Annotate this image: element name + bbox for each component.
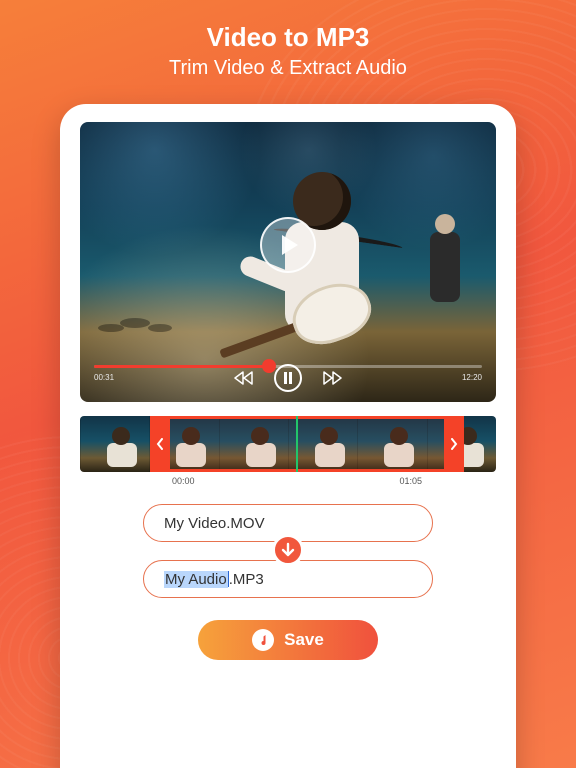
trim-handle-left[interactable] <box>150 416 170 472</box>
video-preview[interactable]: 00:31 12:20 <box>80 122 496 402</box>
trim-start-time: 00:00 <box>172 476 195 486</box>
pause-button[interactable] <box>274 364 302 392</box>
forward-icon <box>323 371 343 385</box>
chevron-left-icon <box>156 438 164 450</box>
page-title: Video to MP3 <box>0 22 576 53</box>
save-button[interactable]: Save <box>198 620 378 660</box>
pause-icon <box>283 372 293 384</box>
chevron-right-icon <box>450 438 458 450</box>
rewind-icon <box>233 371 253 385</box>
output-filename-selected: My Audio <box>164 571 228 588</box>
trim-end-time: 01:05 <box>399 476 422 486</box>
convert-arrow <box>272 534 304 566</box>
trim-selection[interactable] <box>150 416 464 472</box>
page-subtitle: Trim Video & Extract Audio <box>0 57 576 80</box>
play-overlay-button[interactable] <box>260 217 316 273</box>
trim-timeline[interactable] <box>80 416 496 472</box>
forward-button[interactable] <box>320 365 346 391</box>
timeline-frame <box>80 416 149 472</box>
arrow-down-icon <box>280 542 296 558</box>
timeline-playhead[interactable] <box>296 416 298 472</box>
trim-handle-right[interactable] <box>444 416 464 472</box>
rewind-button[interactable] <box>230 365 256 391</box>
input-filename-text: My Video.MOV <box>164 515 265 532</box>
device-frame: 00:31 12:20 <box>60 104 516 768</box>
save-button-label: Save <box>284 630 324 650</box>
output-filename-ext: .MP3 <box>229 571 264 588</box>
music-note-icon <box>252 629 274 651</box>
play-icon <box>280 234 300 256</box>
